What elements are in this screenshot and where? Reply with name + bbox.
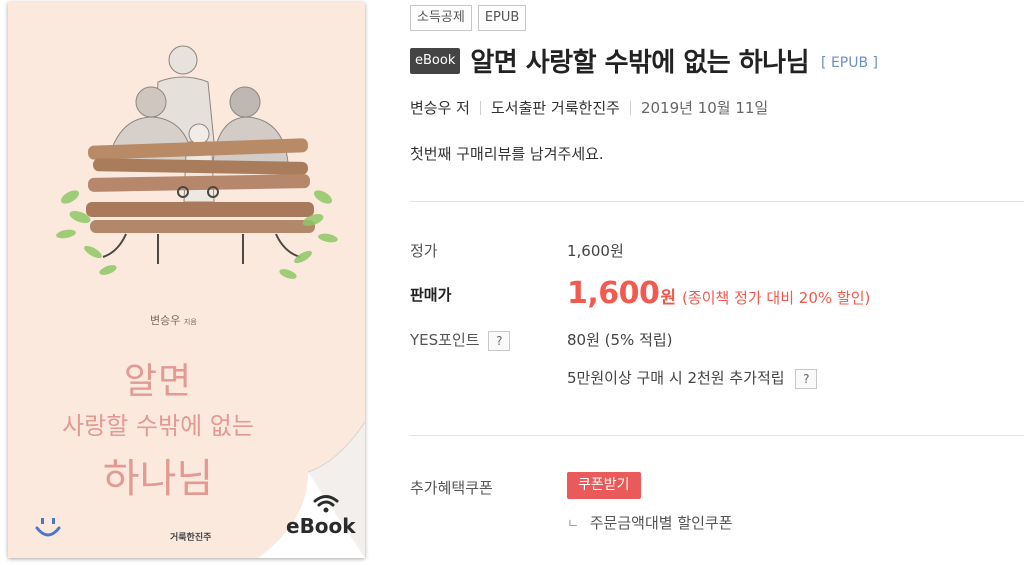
points-label: YES포인트 (410, 331, 480, 349)
section-divider (410, 435, 1024, 436)
cover-author: 변승우 지음 (150, 314, 197, 327)
points-extra-row: 5만원이상 구매 시 2천원 추가적립 ? (567, 367, 818, 389)
tag-tax-deduction: 소득공제 (410, 5, 472, 31)
list-price-value: 1,600원 (567, 242, 624, 260)
section-divider (410, 201, 1024, 202)
list-price-label: 정가 (410, 242, 438, 260)
book-cover[interactable]: 변승우 지음 알면 사랑할 수밖에 없는 하나님 거룩한진주 eBook (8, 2, 365, 558)
cover-ebook-mark: eBook (286, 514, 356, 538)
cover-publisher: 거룩한진주 (170, 533, 212, 543)
review-prompt-link[interactable]: 첫번째 구매리뷰를 남겨주세요. (410, 143, 604, 164)
points-extra: 5만원이상 구매 시 2천원 추가적립 (567, 369, 785, 387)
help-icon[interactable]: ? (488, 330, 511, 351)
meta-divider (629, 100, 631, 115)
points-label-row: YES포인트 ? (410, 329, 511, 351)
coupon-note: ㄴ 주문금액대별 할인쿠폰 (567, 512, 733, 533)
wifi-icon (313, 495, 339, 513)
tag-list: 소득공제 EPUB (410, 5, 527, 31)
format-label: [ EPUB ] (821, 54, 878, 71)
ebook-badge: eBook (410, 47, 461, 74)
cover-title-line1: 알면 (123, 361, 193, 402)
author-link[interactable]: 변승우 저 (410, 97, 470, 118)
coupon-note-corner: ㄴ (567, 517, 579, 532)
sale-price-unit: 원 (660, 288, 677, 308)
sale-price-number: 1,600 (567, 276, 660, 311)
coupon-note-text: 주문금액대별 할인쿠폰 (589, 514, 733, 532)
coupon-label: 추가혜택쿠폰 (410, 479, 493, 497)
product-title: 알면 사랑할 수밖에 없는 하나님 (470, 48, 810, 78)
sale-price: 1,600 원 (종이책 정가 대비 20% 할인) (567, 276, 870, 311)
points-value: 80원 (5% 적립) (567, 331, 673, 349)
discount-note: (종이책 정가 대비 20% 할인) (682, 289, 871, 307)
cover-title-line3: 하나님 (102, 456, 214, 502)
tag-epub: EPUB (477, 5, 527, 31)
help-icon[interactable]: ? (795, 368, 818, 389)
cover-title-line2: 사랑할 수밖에 없는 (62, 412, 254, 440)
publish-date: 2019년 10월 11일 (640, 99, 769, 117)
get-coupon-button[interactable]: 쿠폰받기 (567, 472, 641, 499)
meta-row: 변승우 저 도서출판 거룩한진주 2019년 10월 11일 (410, 97, 768, 118)
title-row: eBook 알면 사랑할 수밖에 없는 하나님 [ EPUB ] (410, 42, 878, 79)
meta-divider (479, 100, 481, 115)
smile-icon (35, 518, 61, 537)
publisher-link[interactable]: 도서출판 거룩한진주 (491, 97, 620, 118)
sale-price-label: 판매가 (410, 286, 452, 304)
